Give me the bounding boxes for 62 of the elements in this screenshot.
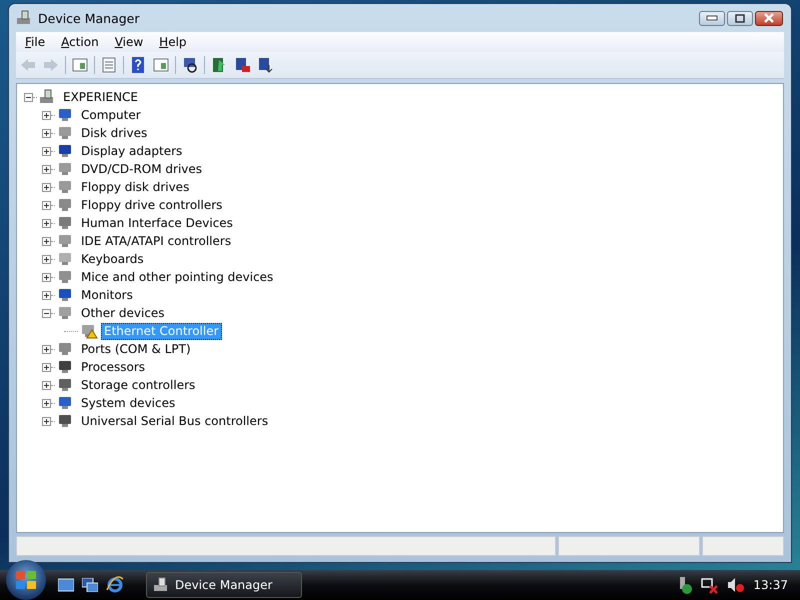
window-title: Device Manager: [38, 10, 140, 26]
device-manager-icon: [16, 10, 32, 26]
start-button[interactable]: [6, 560, 46, 600]
expand-icon[interactable]: [42, 182, 51, 192]
tree-item[interactable]: Mice and other pointing devices: [78, 268, 276, 286]
tree-item[interactable]: System devices: [78, 394, 178, 412]
windows-logo: [15, 570, 37, 590]
tree-item[interactable]: Monitors: [78, 286, 136, 304]
window-switch-icon[interactable]: [82, 578, 98, 592]
minimize-icon: [706, 15, 718, 21]
panel-icon[interactable]: [71, 56, 89, 74]
collapse-icon[interactable]: [42, 308, 51, 318]
device-manager-icon: [153, 577, 169, 593]
expand-icon[interactable]: [42, 380, 51, 390]
expand-icon[interactable]: [42, 290, 51, 300]
browser-icon[interactable]: [106, 576, 124, 594]
expand-icon[interactable]: [42, 254, 51, 264]
close-button[interactable]: [755, 10, 783, 26]
menu-item[interactable]: View: [108, 34, 150, 50]
tree-item[interactable]: Human Interface Devices: [78, 214, 236, 232]
expand-icon[interactable]: [42, 416, 51, 426]
help-icon[interactable]: [129, 56, 147, 74]
volume-muted-icon[interactable]: [727, 576, 746, 594]
tree-item[interactable]: Display adapters: [78, 142, 186, 160]
tree-item[interactable]: Floppy disk drives: [78, 178, 192, 196]
properties-icon[interactable]: [100, 56, 118, 74]
maximize-icon: [735, 14, 745, 22]
expand-icon[interactable]: [42, 398, 51, 408]
network-icon[interactable]: [701, 576, 720, 594]
expand-icon[interactable]: [42, 164, 51, 174]
tree-item[interactable]: Universal Serial Bus controllers: [78, 412, 272, 430]
collapse-icon[interactable]: [24, 92, 33, 102]
menu-item[interactable]: Help: [152, 34, 194, 50]
maximize-button[interactable]: [727, 10, 753, 26]
tree-item[interactable]: Ports (COM & LPT): [78, 340, 194, 358]
tree-item[interactable]: Other devices: [78, 304, 168, 322]
expand-icon[interactable]: [42, 362, 51, 372]
clock[interactable]: 13:37: [753, 578, 788, 592]
expand-icon[interactable]: [42, 146, 51, 156]
expand-icon[interactable]: [42, 128, 51, 138]
tree-item[interactable]: DVD/CD-ROM drives: [78, 160, 206, 178]
expand-icon[interactable]: [42, 272, 51, 282]
tree-item[interactable]: Keyboards: [78, 250, 147, 268]
tree-item[interactable]: Computer: [78, 106, 144, 124]
minimize-button[interactable]: [699, 10, 725, 26]
close-icon: [763, 13, 775, 23]
tree-item[interactable]: Floppy drive controllers: [78, 196, 226, 214]
tree-item[interactable]: EXPERIENCE: [60, 88, 142, 106]
tree-item[interactable]: Storage controllers: [78, 376, 198, 394]
expand-icon[interactable]: [42, 218, 51, 228]
expand-icon[interactable]: [42, 236, 51, 246]
expand-icon[interactable]: [42, 110, 51, 120]
expand-icon[interactable]: [42, 344, 51, 354]
desktop-icon[interactable]: [58, 578, 74, 592]
menu-item[interactable]: Action: [54, 34, 106, 50]
tree-item[interactable]: Processors: [78, 358, 148, 376]
tree-item[interactable]: IDE ATA/ATAPI controllers: [78, 232, 234, 250]
panel-icon[interactable]: [152, 56, 170, 74]
tree-item[interactable]: Disk drives: [78, 124, 150, 142]
expand-icon[interactable]: [42, 200, 51, 210]
taskbar-button[interactable]: Device Manager: [146, 572, 302, 598]
menu-item[interactable]: File: [18, 34, 52, 50]
